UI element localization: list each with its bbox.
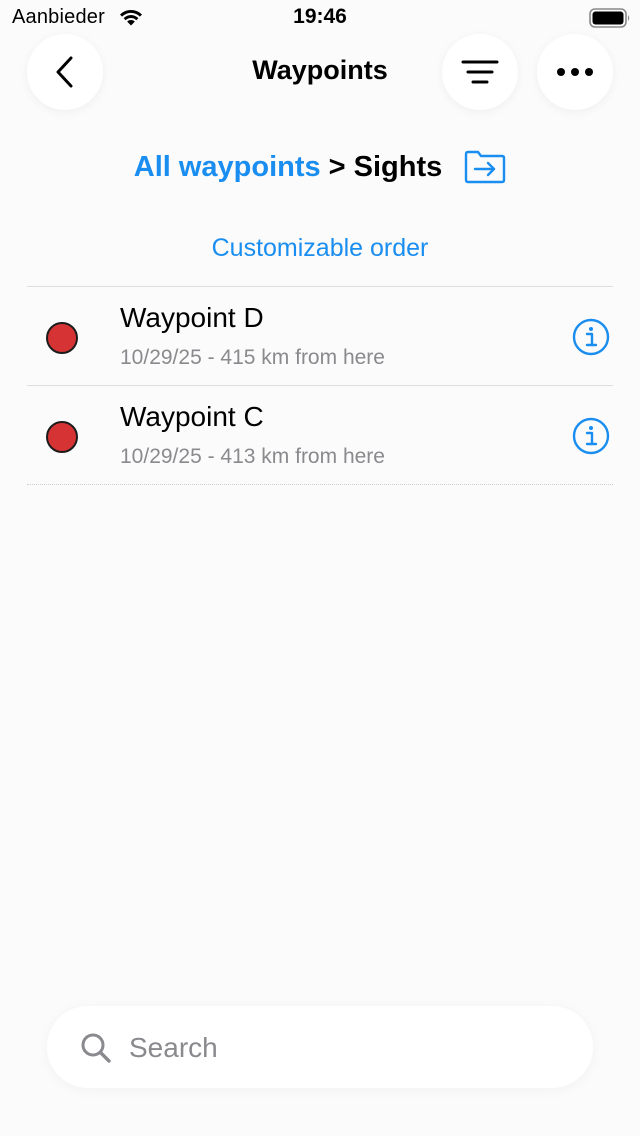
battery-icon <box>589 8 630 28</box>
screen: Aanbieder 19:46 Waypoints All waypoints … <box>0 0 640 1136</box>
breadcrumb-all-waypoints-link[interactable]: All waypoints <box>134 151 321 184</box>
search-bar[interactable] <box>47 1006 593 1088</box>
sort-lines-icon <box>461 60 499 84</box>
waypoint-name: Waypoint D <box>120 302 264 333</box>
breadcrumb-current: Sights <box>353 150 443 183</box>
status-bar: Aanbieder 19:46 <box>0 0 640 36</box>
search-icon <box>81 1033 111 1063</box>
chevron-left-icon <box>56 56 73 88</box>
breadcrumb-separator: > <box>328 150 346 183</box>
customizable-order-link[interactable]: Customizable order <box>0 234 640 263</box>
sort-button[interactable] <box>442 34 518 110</box>
list-item[interactable]: Waypoint C 10/29/25 - 413 km from here <box>27 386 613 485</box>
red-dot-icon <box>46 421 78 453</box>
red-dot-icon <box>46 322 78 354</box>
more-button[interactable] <box>537 34 613 110</box>
waypoint-detail: 10/29/25 - 413 km from here <box>120 445 385 468</box>
folder-move-icon[interactable] <box>464 150 506 184</box>
info-icon[interactable] <box>572 318 610 356</box>
breadcrumb: All waypoints > Sights <box>0 150 640 184</box>
page-title: Waypoints <box>252 55 388 85</box>
search-input[interactable] <box>127 1024 551 1072</box>
list-item[interactable]: Waypoint D 10/29/25 - 415 km from here <box>27 287 613 386</box>
waypoint-name: Waypoint C <box>120 401 264 432</box>
info-icon[interactable] <box>572 417 610 455</box>
waypoint-detail: 10/29/25 - 415 km from here <box>120 346 385 369</box>
waypoint-list: Waypoint D 10/29/25 - 415 km from here W… <box>27 286 613 485</box>
clock: 19:46 <box>293 5 347 28</box>
ellipsis-icon <box>557 68 593 76</box>
back-button[interactable] <box>27 34 103 110</box>
